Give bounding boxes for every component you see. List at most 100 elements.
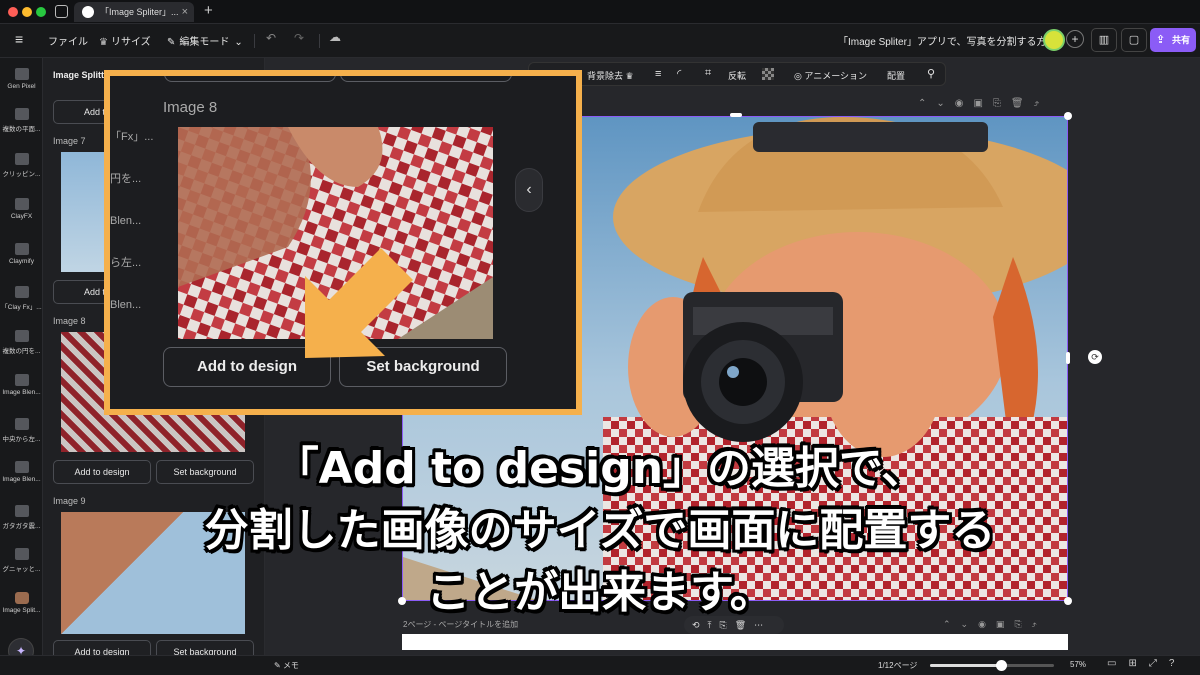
rail-item-clayfx[interactable]: ClayFX [0, 198, 43, 220]
analytics-icon[interactable]: ▥ [1091, 28, 1117, 52]
page-controls[interactable]: ⌃⌄◉▣⎘🗑⤴ [918, 98, 1068, 112]
resize-handle[interactable] [1064, 112, 1072, 120]
side-text: Blen... [110, 299, 142, 311]
context-toolbar: 背景除去 ♛ ≡ ◜ ⌗ 反転 ◎ アニメーション 配置 ⚲ [528, 62, 946, 86]
app-icon [14, 153, 29, 165]
panel-title: Image Splitt... [53, 70, 112, 80]
menu-icon[interactable]: ≡ [15, 31, 23, 47]
rail-label: Gen Pixel [7, 83, 36, 90]
rail-label: 「Clay Fx」... [1, 304, 42, 311]
redo-icon[interactable]: ↷ [294, 31, 304, 45]
tab-close-icon[interactable]: × [182, 2, 188, 22]
corner-radius-icon[interactable]: ◜ [677, 67, 681, 80]
app-icon [14, 286, 29, 298]
minimize-window-icon[interactable] [22, 7, 32, 17]
position-button[interactable]: 配置 [887, 69, 905, 82]
avatar[interactable] [1043, 29, 1065, 51]
view-options[interactable]: ▭⊞⤢? [1107, 658, 1186, 669]
button-outline [340, 76, 512, 82]
maximize-window-icon[interactable] [36, 7, 46, 17]
rail-item-1[interactable]: 複数の平面... [0, 108, 43, 133]
side-text: Blen... [110, 215, 142, 227]
rail-item-claymify[interactable]: Claymify [0, 243, 43, 265]
resize-handle[interactable] [1066, 352, 1070, 364]
resize-menu[interactable]: ♛ リサイズ [99, 33, 151, 48]
app-icon [14, 243, 29, 255]
paint-format-icon[interactable]: ⚲ [927, 67, 935, 80]
collapse-panel-icon[interactable]: ‹ [515, 168, 543, 212]
crown-icon: ♛ [625, 71, 634, 81]
resize-handle[interactable] [730, 113, 742, 117]
rail-item-6[interactable]: 複数の円を... [0, 330, 43, 355]
document-title[interactable]: 「Image Spliter」アプリで、写真を分割する方法 [838, 33, 1057, 48]
file-menu[interactable]: ファイル [48, 33, 88, 48]
gen-pixel-icon [14, 68, 29, 80]
bg-remove-label: 背景除去 [587, 71, 624, 81]
divider [254, 34, 255, 48]
add-collaborator-icon[interactable]: + [1066, 30, 1084, 48]
side-text: ら左... [110, 257, 142, 269]
memo-icon: ✎ [274, 661, 281, 670]
zoom-slider-fill [930, 664, 1001, 667]
main-toolbar: ≡ ファイル ♛ リサイズ ✎ 編集モード ⌄ ↶ ↷ ☁ 「Image Splite… [0, 24, 1200, 58]
memo-button[interactable]: ✎ メモ [274, 660, 299, 671]
side-text: 「Fx」... [110, 131, 154, 143]
rail-label: クリッピン... [2, 171, 41, 178]
share-button[interactable]: ⇪ 共有 [1150, 28, 1196, 52]
zoom-image-label: Image 8 [163, 99, 218, 116]
app-icon [14, 330, 29, 342]
page-indicator[interactable]: 1/12ページ [878, 660, 917, 671]
app-icon [14, 374, 29, 386]
memo-label: メモ [282, 661, 299, 670]
crop-icon[interactable]: ⌗ [705, 67, 711, 80]
rail-label: 複数の円を... [2, 348, 41, 355]
rail-label: 複数の平面... [2, 126, 41, 133]
undo-icon[interactable]: ↶ [266, 31, 276, 45]
animation-button[interactable]: ◎ アニメーション [794, 69, 867, 82]
bg-remove-button[interactable]: 背景除去 ♛ [587, 69, 634, 82]
animation-icon: ◎ [794, 71, 802, 81]
zoom-callout: Image 8 Add to design Set background ‹ 「… [104, 70, 582, 415]
page-2[interactable] [402, 634, 1068, 650]
edit-mode-menu[interactable]: ✎ 編集モード ⌄ [167, 33, 243, 48]
cloud-save-icon[interactable]: ☁ [329, 30, 341, 44]
caption-overlay: 「Add to design」の選択で、 分割した画像のサイズで画面に配置する … [0, 438, 1200, 624]
side-text: 円を... [110, 173, 142, 185]
rail-item-gen-pixel[interactable]: Gen Pixel [0, 68, 43, 90]
bottom-bar: ✎ メモ 1/12ページ 57% ▭⊞⤢? [0, 655, 1200, 675]
home-icon[interactable] [55, 5, 68, 18]
rotate-icon[interactable]: ⟳ [1088, 350, 1102, 364]
rail-item-5[interactable]: 「Clay Fx」... [0, 286, 43, 311]
browser-tab-bar: 「Image Spliter」... × + [0, 0, 1200, 24]
share-label: 共有 [1172, 35, 1191, 45]
image-7-label: Image 7 [53, 136, 86, 146]
tab-document[interactable]: 「Image Spliter」... × [74, 2, 194, 22]
pencil-icon: ✎ [167, 37, 176, 48]
zoom-side-list: 「Fx」... 円を... Blen... ら左... Blen... [110, 116, 156, 326]
animation-label: アニメーション [804, 71, 868, 81]
crown-icon: ♛ [99, 37, 108, 48]
line-style-icon[interactable]: ≡ [655, 68, 661, 80]
transparency-icon[interactable] [762, 68, 774, 80]
flip-button[interactable]: 反転 [728, 69, 746, 82]
zoom-level[interactable]: 57% [1070, 660, 1086, 669]
resize-label: リサイズ [110, 37, 151, 48]
rail-item-7[interactable]: Image Blen... [0, 374, 43, 396]
caption-line-3: ことが出来ます。 [426, 567, 774, 618]
app-icon [14, 198, 29, 210]
new-tab-icon[interactable]: + [204, 2, 213, 19]
tab-title: 「Image Spliter」... [100, 7, 179, 17]
app-icon [14, 418, 29, 430]
close-window-icon[interactable] [8, 7, 18, 17]
button-outline [164, 76, 336, 82]
app-favicon-icon [82, 6, 94, 18]
zoom-slider-knob[interactable] [995, 660, 1007, 671]
app-icon [14, 108, 29, 120]
caption-line-2: 分割した画像のサイズで画面に配置する [204, 505, 996, 556]
comment-icon[interactable]: ▢ [1121, 28, 1147, 52]
image-8-label: Image 8 [53, 316, 86, 326]
zoom-slider[interactable] [930, 660, 1054, 671]
upload-icon: ⇪ [1156, 34, 1166, 46]
rail-item-2[interactable]: クリッピン... [0, 153, 43, 178]
edit-mode-label: 編集モード [179, 37, 230, 48]
